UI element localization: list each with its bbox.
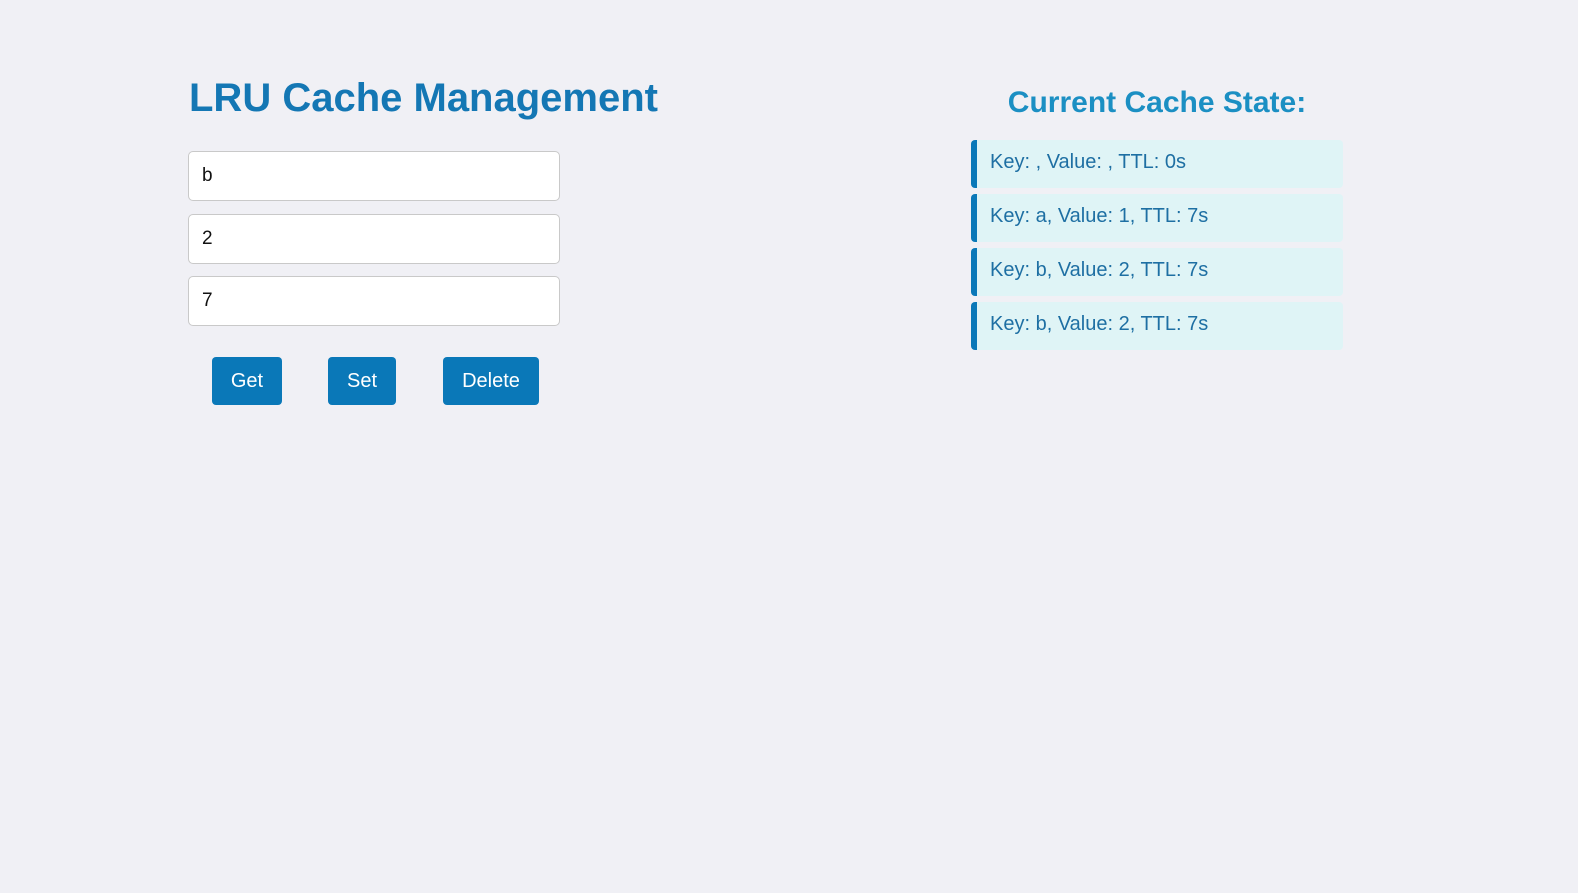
cache-item: Key: , Value: , TTL: 0s xyxy=(971,140,1343,188)
page: LRU Cache Management Get Set Delete Curr… xyxy=(0,0,1578,893)
cache-item: Key: a, Value: 1, TTL: 7s xyxy=(971,194,1343,242)
cache-list: Key: , Value: , TTL: 0s Key: a, Value: 1… xyxy=(971,140,1343,350)
value-input[interactable] xyxy=(188,214,560,264)
page-title: LRU Cache Management xyxy=(189,76,658,120)
cache-controls-panel: LRU Cache Management Get Set Delete xyxy=(188,70,709,405)
cache-state-panel: Current Cache State: Key: , Value: , TTL… xyxy=(971,80,1343,356)
ttl-input[interactable] xyxy=(188,276,560,326)
cache-state-title: Current Cache State: xyxy=(1007,86,1307,119)
set-button[interactable]: Set xyxy=(328,357,396,405)
cache-item: Key: b, Value: 2, TTL: 7s xyxy=(971,302,1343,350)
action-buttons: Get Set Delete xyxy=(189,357,709,405)
get-button[interactable]: Get xyxy=(212,357,282,405)
cache-item: Key: b, Value: 2, TTL: 7s xyxy=(971,248,1343,296)
key-input[interactable] xyxy=(188,151,560,201)
delete-button[interactable]: Delete xyxy=(443,357,539,405)
